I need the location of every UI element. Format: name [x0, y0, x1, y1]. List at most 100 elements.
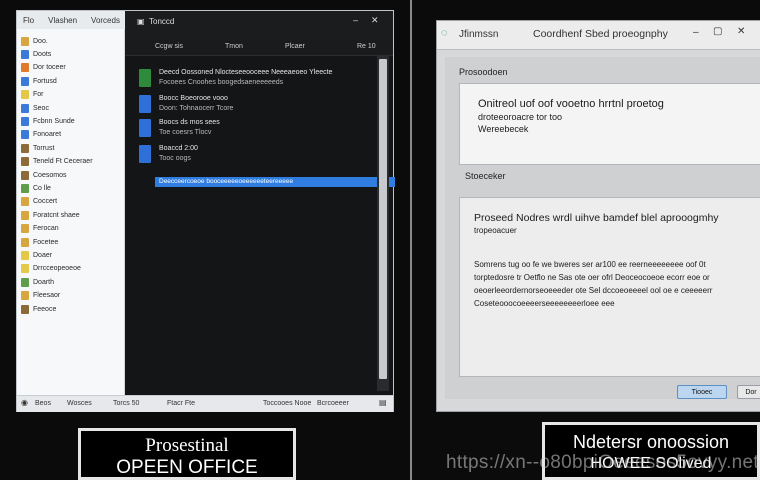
view-toggle-icon[interactable]: ▤: [379, 398, 387, 407]
file-name: Boocs ds mos sees: [159, 119, 220, 126]
window-icon: ▣: [137, 17, 145, 26]
nav-item[interactable]: Coesomos: [21, 169, 66, 181]
folder-icon: [21, 304, 29, 314]
folder-icon: [21, 76, 29, 86]
panel-text: torptedosre tr Oetflo ne Sas ote oer ofr…: [474, 273, 710, 282]
nav-item[interactable]: Fleesaor: [21, 290, 60, 302]
caption-line: Prosestinal: [145, 435, 229, 456]
nav-item[interactable]: Seoc: [21, 102, 49, 114]
nav-item-label: Ferocan: [33, 225, 59, 233]
dialog-body: Prosoodoen Onitreol uof oof vooetno hrrt…: [445, 57, 760, 399]
nav-item[interactable]: Drrcceopeoeoe: [21, 263, 81, 275]
folder-icon: [21, 210, 29, 220]
file-icon: [139, 119, 151, 137]
nav-item-label: Coccert: [33, 198, 58, 206]
folder-icon: [21, 291, 29, 301]
nav-item[interactable]: Focetee: [21, 236, 58, 248]
nav-item-label: For: [33, 91, 44, 99]
file-row[interactable]: Boaccd 2:00 Tooc oogs: [139, 145, 379, 167]
navigation-pane: Doo. Doots Dor toceer Fortusd For Seoc Fcbnn S…: [17, 29, 125, 395]
file-details: Doon: Tohnaocerr Tcore: [159, 105, 234, 112]
panel-subheading: tropeoacuer: [474, 226, 517, 235]
folder-icon: [21, 277, 29, 287]
nav-item-label: Fleesaor: [33, 292, 61, 300]
content-title: Tonccd: [149, 17, 175, 26]
status-text: Ftacr Fte: [167, 400, 196, 407]
nav-item-label: Coesomos: [33, 171, 67, 179]
file-row[interactable]: Boocs ds mos sees Toe coesrs Tlocv: [139, 119, 379, 141]
explorer-title-token[interactable]: Flo: [23, 16, 34, 25]
status-text: Torcs 50: [113, 400, 140, 407]
nav-item[interactable]: Foratcnt shaee: [21, 209, 80, 221]
content-header: ▣ Tonccd – ✕: [125, 11, 393, 40]
folder-icon: [21, 90, 29, 100]
nav-item[interactable]: Feeoce: [21, 303, 56, 315]
nav-item[interactable]: Coccert: [21, 196, 57, 208]
panel-text: Coseteooocoeeeerseeeeeeeerloee eee: [474, 299, 615, 308]
folder-icon: [21, 103, 29, 113]
close-icon[interactable]: ✕: [371, 15, 379, 26]
details-panel: Proseed Nodres wrdl uihve bamdef blel ap…: [459, 197, 760, 377]
nav-item[interactable]: Torrust: [21, 142, 54, 154]
minimize-icon[interactable]: –: [693, 27, 699, 38]
column-header[interactable]: Tmon: [225, 43, 243, 50]
file-name: Boaccd 2:00: [159, 145, 198, 152]
minimize-icon[interactable]: –: [353, 15, 358, 25]
ok-button[interactable]: Tiooec: [677, 385, 727, 399]
nav-item[interactable]: Dor toceer: [21, 62, 66, 74]
nav-item-label: Drrcceopeoeoe: [33, 265, 81, 273]
status-text: Toccooes Nooe: [263, 400, 312, 407]
file-explorer-window: Flo Vlashen Vorceds Doo. Doots Dor toceer F…: [16, 10, 395, 412]
status-text: Wosces: [67, 400, 92, 407]
folder-icon: [21, 237, 29, 247]
folder-icon: [21, 224, 29, 234]
explorer-title-token[interactable]: Vorceds: [91, 16, 120, 25]
nav-item[interactable]: For: [21, 89, 44, 101]
left-caption: Prosestinal OPEEN OFFICE: [78, 428, 296, 480]
maximize-icon[interactable]: ▢: [713, 26, 722, 37]
panel-heading: Proseed Nodres wrdl uihve bamdef blel ap…: [474, 212, 719, 224]
file-details: Tooc oogs: [159, 155, 191, 162]
nav-item[interactable]: Doo.: [21, 35, 48, 47]
folder-icon: [21, 170, 29, 180]
nav-item[interactable]: Co lle: [21, 182, 51, 194]
selected-row[interactable]: Deecceercoeoe booceeeeeoeeeeeeteereeeee: [155, 177, 395, 187]
panel-text: Onitreol uof oof vooetno hrrtnl proetog: [478, 98, 664, 110]
panel-text: Somrens tug oo fe we bweres ser ar100 ee…: [474, 260, 706, 269]
nav-item-label: Doots: [33, 50, 52, 58]
nav-item[interactable]: Fonoaret: [21, 129, 61, 141]
nav-item-label: Fcbnn Sunde: [33, 117, 75, 125]
nav-item[interactable]: Teneld Ft Ceceraer: [21, 156, 93, 168]
file-row[interactable]: Boocc Boeorooe vooo Doon: Tohnaocerr Tcor…: [139, 95, 379, 117]
nav-item[interactable]: Fortusd: [21, 75, 57, 87]
selected-row-label: Deecceercoeoe booceeeeeoeeeeeeteereeeee: [159, 178, 294, 185]
status-bar: ◉ Beos Wosces Torcs 50 Ftacr Fte Toccooe…: [17, 395, 393, 412]
nav-item[interactable]: Ferocan: [21, 223, 59, 235]
file-name: Deecd Oossoned Nlocteseeooceee Neeeaeoeo…: [159, 69, 333, 76]
nav-item-label: Doo.: [33, 37, 48, 45]
nav-item[interactable]: Doots: [21, 48, 51, 60]
nav-item-label: Foratcnt shaee: [33, 211, 80, 219]
vertical-scrollbar[interactable]: [377, 55, 389, 391]
column-header[interactable]: Re 10: [357, 43, 376, 50]
nav-item[interactable]: Doarth: [21, 276, 54, 288]
file-row[interactable]: Deecd Oossoned Nlocteseeooceee Neeeaeoeo…: [139, 69, 379, 91]
dialog-title-right: Coordhenf Sbed proeognphy: [533, 28, 668, 40]
nav-item-label: Teneld Ft Ceceraer: [33, 158, 93, 166]
dialog-titlebar: ◌ Jfinmssn Coordhenf Sbed proeognphy – ▢…: [437, 21, 760, 50]
explorer-title-token[interactable]: Vlashen: [48, 16, 77, 25]
folder-icon: [21, 250, 29, 260]
scrollbar-thumb[interactable]: [379, 59, 387, 379]
watermark: https://xn--o80bpiOeeesos5ovyy.net: [446, 452, 759, 473]
status-text: Beos: [35, 400, 51, 407]
nav-item[interactable]: Doaer: [21, 249, 52, 261]
cancel-button[interactable]: Dor: [737, 385, 760, 399]
column-header[interactable]: Plcaer: [285, 43, 305, 50]
close-icon[interactable]: ✕: [737, 26, 745, 37]
nav-item[interactable]: Fcbnn Sunde: [21, 115, 75, 127]
column-headers: Ccgw sis Tmon Plcaer Re 10: [125, 39, 393, 56]
file-icon: [139, 69, 151, 87]
column-header[interactable]: Ccgw sis: [155, 43, 183, 50]
folder-icon: [21, 264, 29, 274]
file-name: Boocc Boeorooe vooo: [159, 95, 228, 102]
